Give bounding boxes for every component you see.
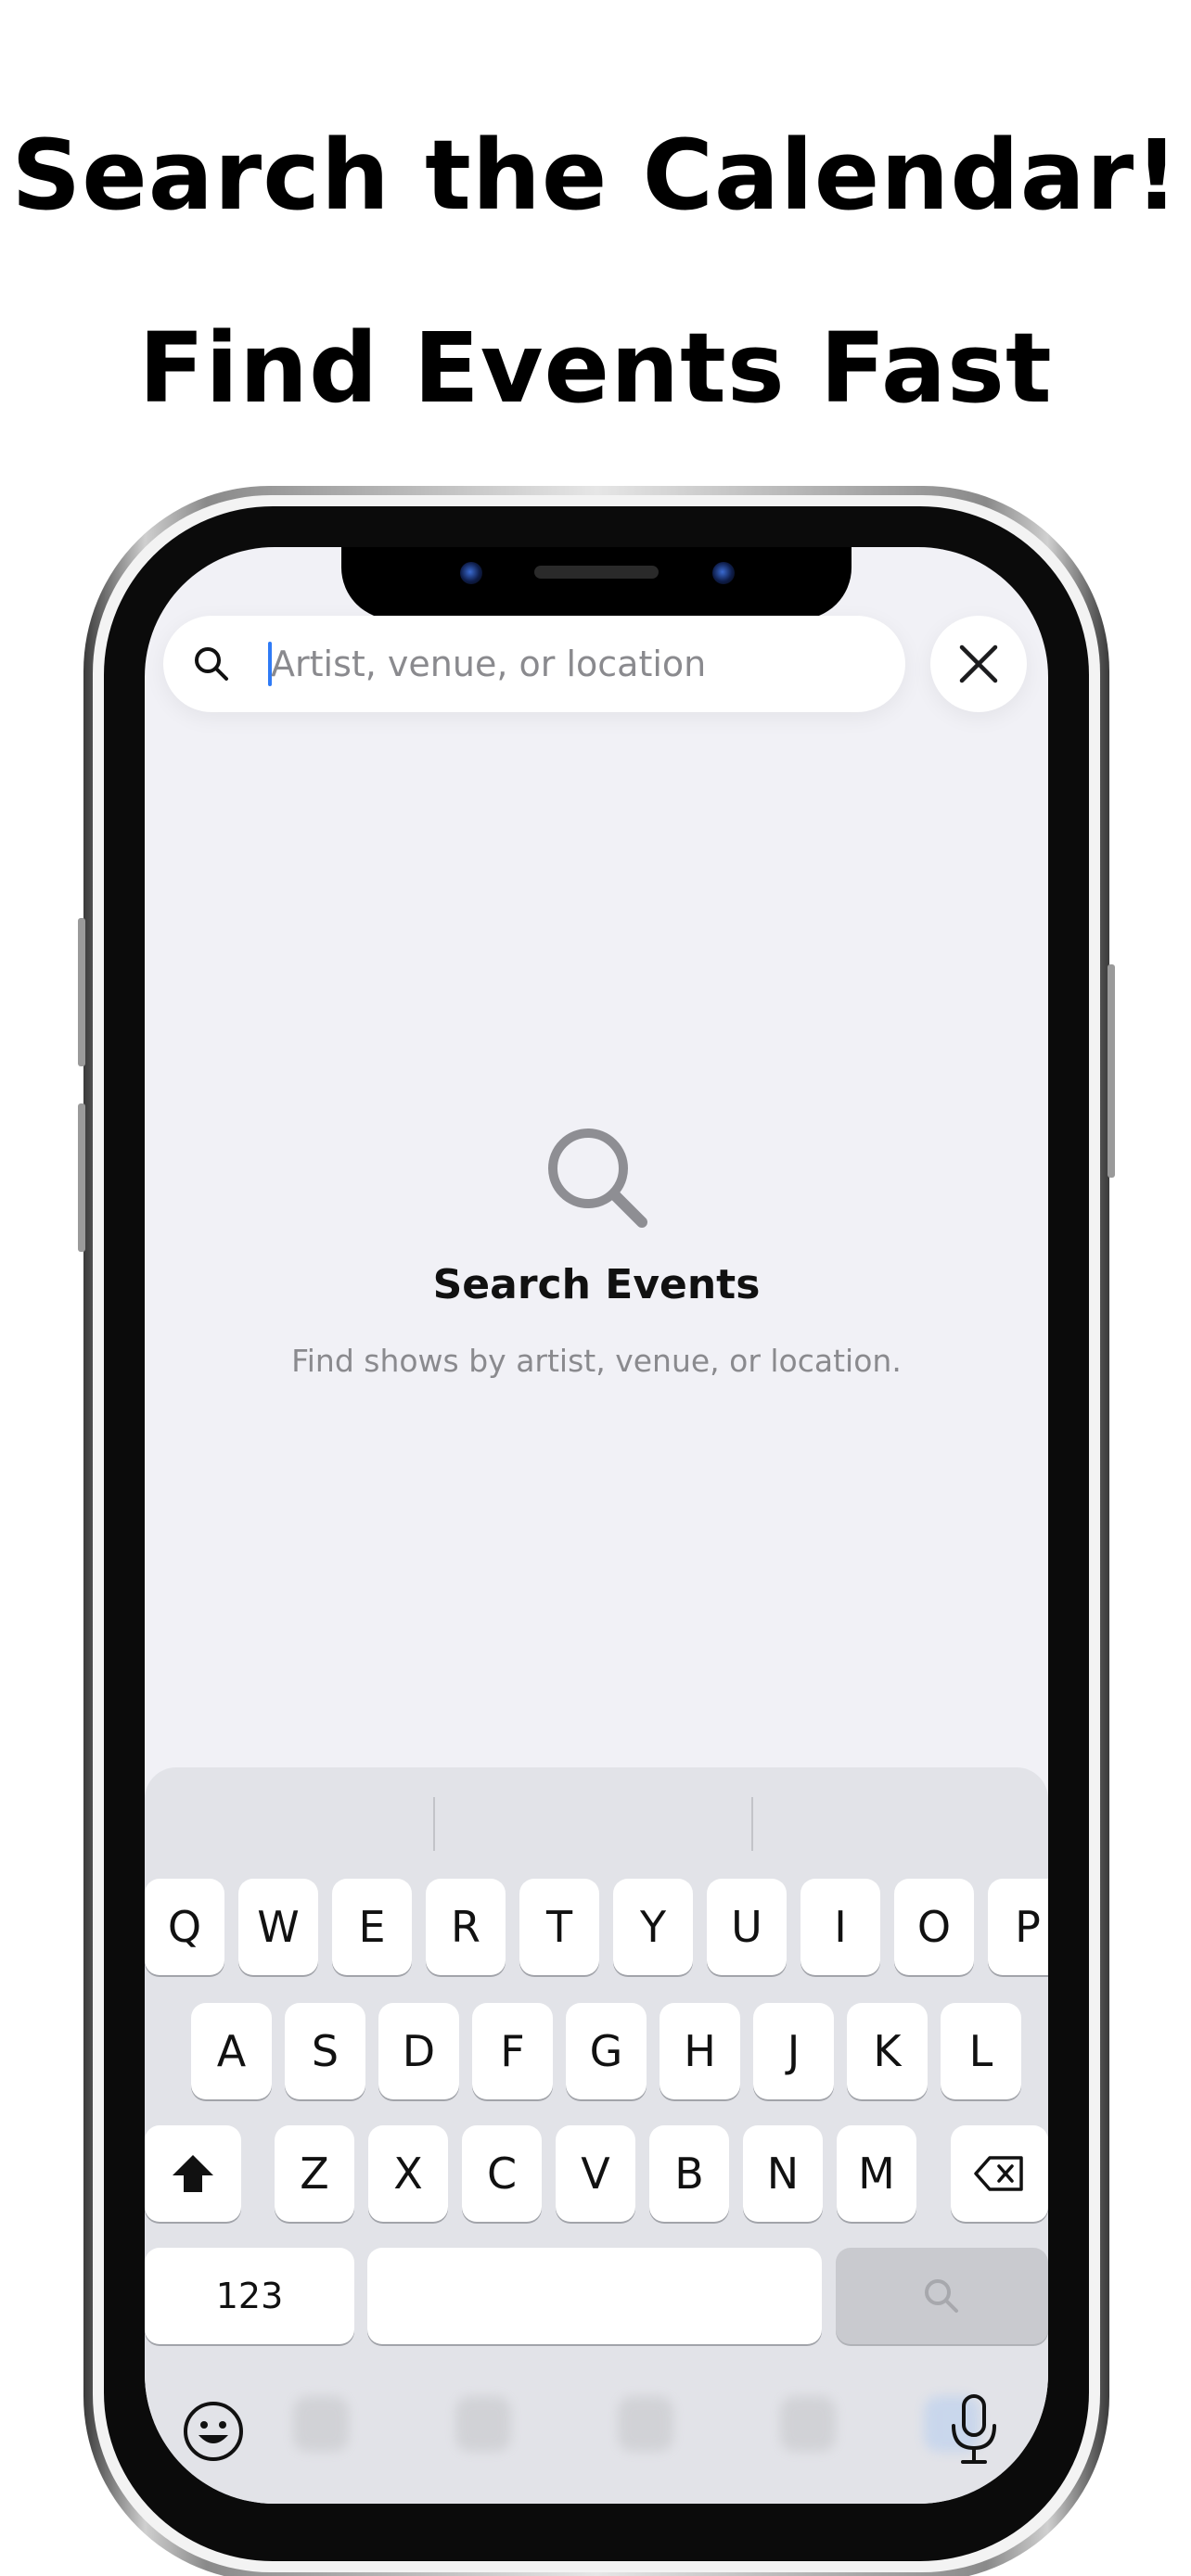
key-d[interactable]: D (378, 2003, 459, 2099)
key-u[interactable]: U (707, 1879, 787, 1975)
empty-state-subtitle: Find shows by artist, venue, or location… (291, 1343, 902, 1379)
search-bar[interactable] (163, 616, 905, 712)
search-icon (925, 2279, 958, 2313)
delete-icon (974, 2156, 1023, 2191)
phone-side-button-mute (78, 918, 85, 1066)
key-l[interactable]: L (941, 2003, 1021, 2099)
earpiece-speaker (534, 566, 659, 579)
key-m[interactable]: M (837, 2125, 916, 2222)
shift-icon (173, 2155, 213, 2192)
blurred-tab-icon (780, 2396, 836, 2452)
key-w[interactable]: W (238, 1879, 318, 1975)
key-y[interactable]: Y (613, 1879, 693, 1975)
key-f[interactable]: F (472, 2003, 553, 2099)
on-screen-keyboard: QWERTYUIOP ASDFGHJKL ZXCVBNM 123 (145, 1767, 1048, 2504)
key-n[interactable]: N (743, 2125, 823, 2222)
sensor-icon (712, 562, 735, 584)
key-i[interactable]: I (800, 1879, 880, 1975)
phone-side-button-volume (78, 1103, 85, 1252)
key-b[interactable]: B (649, 2125, 729, 2222)
key-e[interactable]: E (332, 1879, 412, 1975)
blurred-tab-icon (618, 2396, 673, 2452)
blurred-tab-icon (455, 2396, 511, 2452)
key-h[interactable]: H (660, 2003, 740, 2099)
key-o[interactable]: O (894, 1879, 974, 1975)
close-button[interactable] (930, 616, 1027, 712)
key-v[interactable]: V (556, 2125, 635, 2222)
headline-subtitle: Find Events Fast (138, 312, 1053, 425)
key-z[interactable]: Z (275, 2125, 354, 2222)
blurred-tab-bar (237, 2383, 980, 2494)
front-camera-icon (460, 562, 482, 584)
key-s[interactable]: S (285, 2003, 365, 2099)
space-key[interactable] (367, 2248, 822, 2344)
key-c[interactable]: C (462, 2125, 542, 2222)
key-g[interactable]: G (566, 2003, 647, 2099)
blurred-tab-icon (293, 2396, 349, 2452)
empty-state-title: Search Events (432, 1261, 761, 1308)
suggestion-divider (751, 1797, 753, 1851)
phone-screen: Search Events Find shows by artist, venu… (145, 547, 1048, 2504)
key-r[interactable]: R (426, 1879, 506, 1975)
key-t[interactable]: T (519, 1879, 599, 1975)
key-a[interactable]: A (191, 2003, 272, 2099)
key-p[interactable]: P (988, 1879, 1048, 1975)
key-x[interactable]: X (368, 2125, 448, 2222)
delete-key[interactable] (951, 2125, 1048, 2222)
key-j[interactable]: J (753, 2003, 834, 2099)
headline-title: Search the Calendar! (11, 119, 1180, 232)
microphone-icon[interactable] (946, 2392, 1002, 2467)
shift-key[interactable] (145, 2125, 241, 2222)
key-k[interactable]: K (847, 2003, 928, 2099)
keyboard-search-key[interactable] (836, 2248, 1048, 2344)
numbers-key[interactable]: 123 (145, 2248, 354, 2344)
suggestion-divider (433, 1797, 435, 1851)
phone-side-button-power (1108, 964, 1115, 1178)
search-icon (195, 647, 228, 681)
key-q[interactable]: Q (145, 1879, 224, 1975)
emoji-icon[interactable] (180, 2398, 247, 2465)
search-input[interactable] (271, 616, 883, 712)
close-icon (959, 644, 998, 683)
phone-notch (341, 547, 852, 619)
empty-state-search-icon (548, 1129, 647, 1228)
